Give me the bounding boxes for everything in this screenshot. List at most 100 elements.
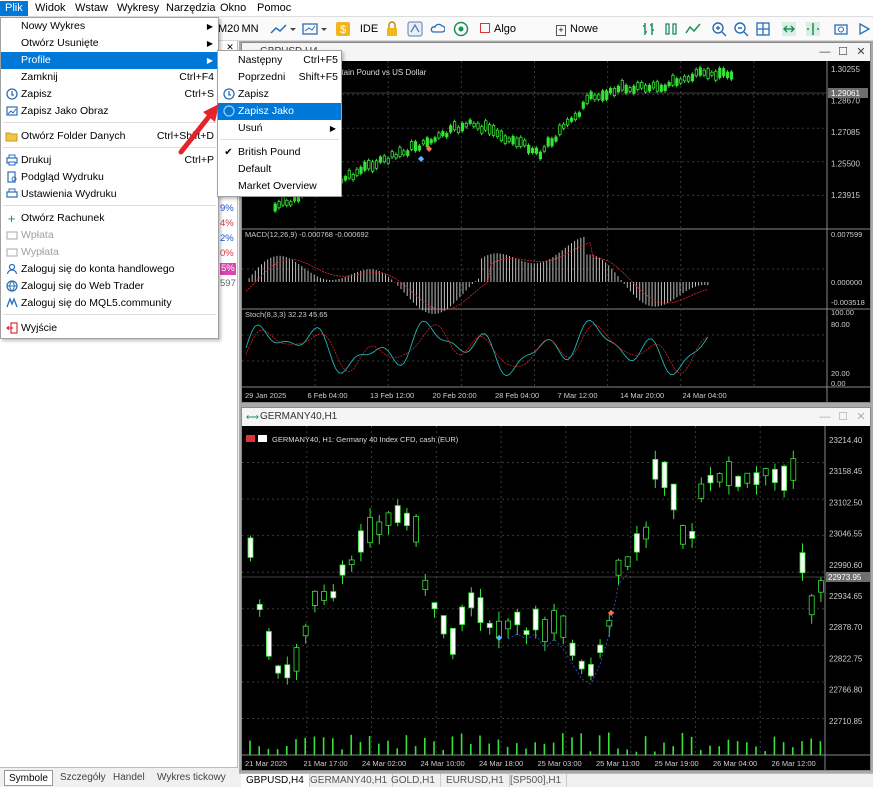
menu-item-profile[interactable]: Profile ▶ [1, 52, 218, 69]
stoch-tick-label: 20.00 [831, 369, 850, 378]
menu-item-poprzedni[interactable]: Poprzedni Shift+F5 [218, 69, 341, 86]
candle-body [488, 124, 492, 135]
tab-symbole[interactable]: Symbole [4, 770, 53, 786]
menu-item-otworz-rachunek[interactable]: + Otwórz Rachunek [1, 210, 218, 227]
candle-body [376, 521, 383, 535]
menu-narzedzia[interactable]: Narzędzia [161, 1, 221, 16]
trade-marker: ◆ [418, 154, 425, 163]
menu-item-nowy-wykres[interactable]: Nowy Wykres ▶ [1, 18, 218, 35]
menu-pomoc[interactable]: Pomoc [252, 1, 296, 16]
chart-info-label: ritain Pound vs US Dollar [337, 68, 427, 77]
zoom-out-icon[interactable] [732, 20, 750, 38]
minimize-icon[interactable]: — [816, 43, 834, 61]
tab-germany40[interactable]: GERMANY40,H1 [305, 774, 394, 787]
line-tools-icon[interactable] [268, 20, 298, 38]
menu-item-zaloguj-web-trader[interactable]: Zaloguj się do Web Trader [1, 278, 218, 295]
menu-item-otworz-usuniete[interactable]: Otwórz Usunięte ▶ [1, 35, 218, 52]
menu-item-nastepny[interactable]: Następny Ctrl+F5 [218, 52, 341, 69]
save-icon [5, 88, 18, 101]
print-icon [5, 154, 18, 167]
signals-icon[interactable] [406, 20, 424, 38]
price-tick-label: 23158.45 [829, 467, 863, 476]
price-tick-label: 23102.50 [829, 498, 863, 507]
pct-value: 4% [220, 218, 234, 229]
tab-szczegoly[interactable]: Szczegóły [56, 770, 110, 786]
menu-item-british-pound[interactable]: ✔ British Pound [218, 144, 341, 161]
tab-handel[interactable]: Handel [109, 770, 149, 786]
mn-button[interactable]: MN [240, 20, 260, 38]
candle-body [413, 516, 420, 543]
candle-body [628, 87, 632, 92]
time-tick-label: 24 Mar 04:00 [683, 391, 727, 400]
menu-item-ustawienia-wydruku[interactable]: Ustawienia Wydruku [1, 186, 218, 203]
current-price-label: 1.29061 [831, 89, 860, 98]
time-tick-label: 21 Mar 2025 [245, 759, 287, 768]
tab-eurusd[interactable]: EURUSD,H1 [441, 774, 510, 787]
menu-wykresy[interactable]: Wykresy [112, 1, 164, 16]
menu-item-wyjscie[interactable]: Wyjście [1, 320, 218, 337]
menu-item-wyplata[interactable]: Wypłata [1, 244, 218, 261]
candle-body [519, 136, 523, 147]
candle-body [386, 157, 390, 164]
candle-body [459, 606, 466, 625]
candle-body [343, 176, 347, 181]
line-chart-icon[interactable] [684, 20, 702, 38]
ide-button[interactable]: IDE [358, 20, 380, 38]
candle-body [468, 119, 472, 124]
candle-body [679, 525, 686, 545]
user-icon [5, 263, 18, 276]
candle-body [542, 146, 546, 152]
minimize-icon[interactable]: — [816, 408, 834, 426]
menu-item-wplata[interactable]: Wpłata [1, 227, 218, 244]
menu-plik[interactable]: Plik [0, 1, 28, 16]
menu-okno[interactable]: Okno [215, 1, 251, 16]
candle-body [790, 458, 797, 481]
tab-wykres-tickowy[interactable]: Wykres tickowy [153, 770, 230, 786]
close-icon[interactable]: ✕ [852, 408, 870, 426]
close-icon[interactable]: ✕ [852, 43, 870, 61]
candle-body [273, 203, 277, 212]
more-tools-icon[interactable] [856, 20, 873, 38]
new-order-button[interactable]: +Nowe Zlecenie [556, 20, 632, 53]
menu-item-zapisz-jako[interactable]: Zapisz Jako [218, 103, 341, 120]
menu-item-default[interactable]: Default [218, 161, 341, 178]
chart-plot-germany40[interactable]: 23214.40 23158.45 23102.50 23046.55 22990.60… [242, 426, 870, 770]
candle-body [247, 537, 254, 558]
menu-item-profile-zapisz[interactable]: Zapisz [218, 86, 341, 103]
maximize-icon[interactable]: ☐ [834, 408, 852, 426]
menu-item-podglad-wydruku[interactable]: Podgląd Wydruku [1, 169, 218, 186]
screenshot-icon[interactable] [832, 20, 850, 38]
autoscroll-icon[interactable] [780, 20, 798, 38]
dollar-icon[interactable]: $ [334, 20, 352, 38]
menu-item-usun[interactable]: Usuń ▶ [218, 120, 341, 137]
candle-body [581, 102, 585, 109]
m20-button[interactable]: M20 [218, 20, 239, 38]
cloud-icon[interactable] [428, 20, 446, 38]
price-tick-label: 1.23915 [831, 191, 860, 200]
candle-body [367, 160, 371, 170]
menu-item-zamknij[interactable]: Zamknij Ctrl+F4 [1, 69, 218, 86]
candle-chart-icon[interactable] [662, 20, 680, 38]
candle-body [698, 483, 705, 499]
lock-icon[interactable] [384, 20, 400, 38]
menu-item-market-overview[interactable]: Market Overview [218, 178, 341, 195]
tab-sp500[interactable]: [SP500],H1 [505, 774, 568, 787]
menu-wstaw[interactable]: Wstaw [70, 1, 113, 16]
menu-item-zaloguj-mql5[interactable]: Zaloguj się do MQL5.community [1, 295, 218, 312]
tile-windows-icon[interactable] [754, 20, 772, 38]
bar-chart-icon[interactable] [640, 20, 658, 38]
tab-gold[interactable]: GOLD,H1 [386, 774, 441, 787]
candle-body [729, 71, 734, 80]
chart-window-germany40[interactable]: GERMANY40,H1 ⟷ — ☐ ✕ 23214.40 23158.45 231… [241, 407, 871, 771]
vps-icon[interactable] [452, 20, 470, 38]
algo-trading-button[interactable]: Algo Trading [480, 20, 550, 53]
maximize-icon[interactable]: ☐ [834, 43, 852, 61]
candle-body [460, 122, 464, 132]
tab-gbpusd[interactable]: GBPUSD,H4 [241, 774, 310, 787]
candle-body [452, 121, 457, 131]
chart-shift-icon[interactable] [804, 20, 822, 38]
menu-item-zaloguj-konto[interactable]: Zaloguj się do konta handlowego [1, 261, 218, 278]
zoom-in-icon[interactable] [710, 20, 728, 38]
chart-template-icon[interactable] [300, 20, 330, 38]
menu-widok[interactable]: Widok [30, 1, 71, 16]
